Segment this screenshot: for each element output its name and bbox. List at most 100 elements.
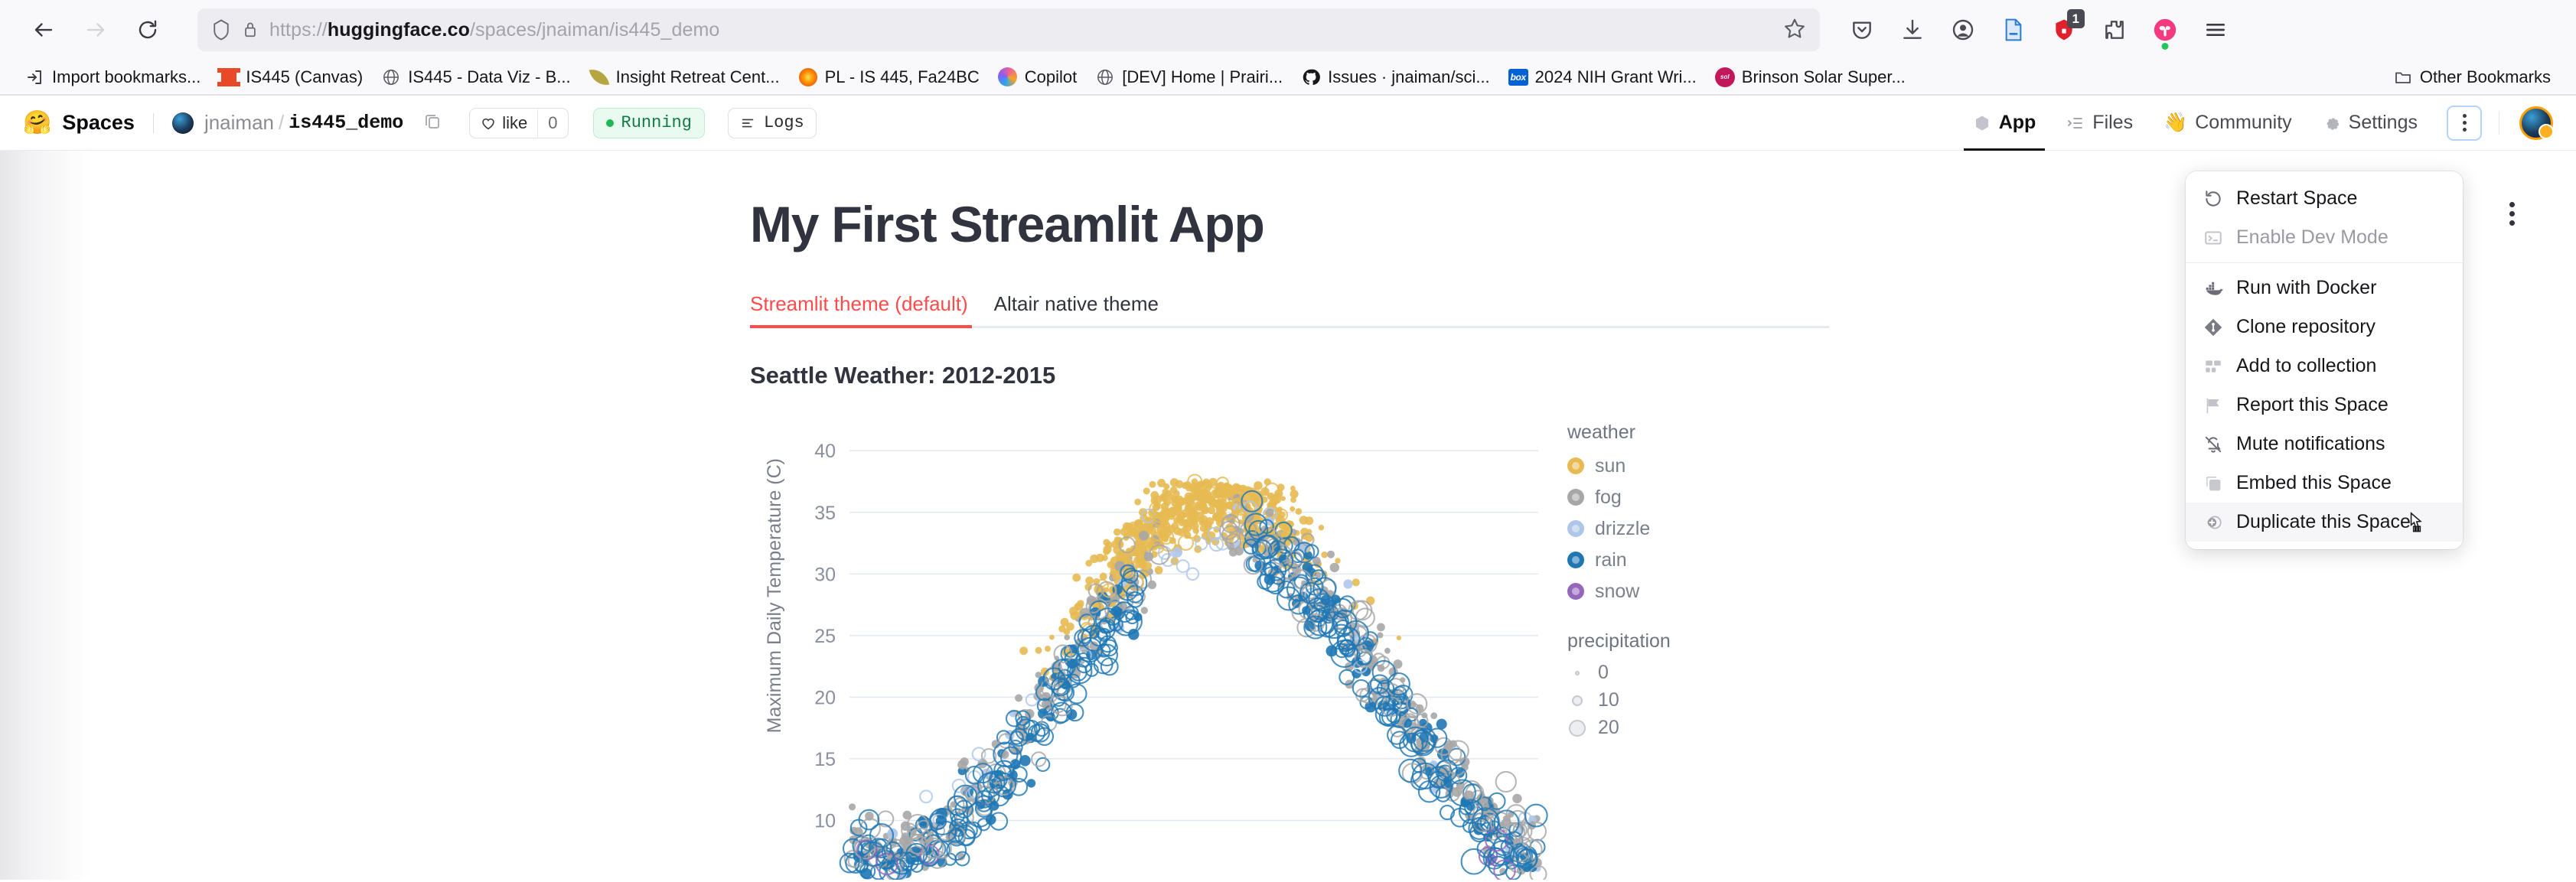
- bookmark-label: IS445 - Data Viz - B...: [408, 67, 570, 87]
- dropdown-item-label: Add to collection: [2236, 355, 2376, 377]
- star-outline-icon: [1783, 17, 1806, 40]
- dropdown-item-enable-dev-mode: Enable Dev Mode: [2186, 218, 2463, 257]
- pink-extension-button[interactable]: [2143, 8, 2187, 52]
- dropdown-item-restart-space[interactable]: Restart Space: [2186, 179, 2463, 218]
- logs-button[interactable]: Logs: [728, 108, 817, 138]
- streamlit-menu-button[interactable]: [2495, 197, 2529, 230]
- color-legend-title: weather: [1567, 421, 1843, 444]
- other-bookmarks-folder[interactable]: Other Bookmarks: [2385, 63, 2559, 92]
- tracker-blocker-button[interactable]: 1: [2042, 8, 2086, 52]
- status-badge[interactable]: Running: [593, 108, 705, 138]
- legend-item-fog[interactable]: fog: [1567, 482, 1843, 513]
- bookmark-is445-dataviz[interactable]: IS445 - Data Viz - B...: [373, 63, 579, 92]
- pocket-icon: [1850, 18, 1874, 42]
- legend-item-rain[interactable]: rain: [1567, 545, 1843, 576]
- tab-community[interactable]: 👋 Community: [2151, 100, 2304, 146]
- spaces-link[interactable]: Spaces: [62, 111, 135, 135]
- bookmark-star-button[interactable]: [1783, 17, 1806, 44]
- tab-streamlit-theme[interactable]: Streamlit theme (default): [750, 292, 968, 328]
- gear-icon: [2323, 114, 2341, 132]
- breadcrumb-repo[interactable]: is445_demo: [289, 112, 403, 134]
- svg-text:30: 30: [814, 564, 836, 585]
- git-icon: [2203, 317, 2224, 338]
- legend-item-drizzle[interactable]: drizzle: [1567, 513, 1843, 545]
- illinois-favicon: [219, 67, 239, 87]
- weather-scatter-chart[interactable]: Maximum Daily Temperature (C) 1015202530…: [750, 412, 1974, 880]
- dropdown-item-add-to-collection[interactable]: Add to collection: [2186, 347, 2463, 386]
- bookmark-label: IS445 (Canvas): [246, 67, 363, 87]
- size-legend-item-20[interactable]: 20: [1567, 714, 1843, 742]
- reload-button[interactable]: [124, 6, 171, 54]
- theme-tabs: Streamlit theme (default) Altair native …: [750, 292, 1829, 328]
- like-button[interactable]: like 0: [469, 108, 568, 138]
- size-legend-label: 10: [1598, 689, 1619, 711]
- tab-altair-theme[interactable]: Altair native theme: [994, 292, 1159, 328]
- bookmark-label: Brinson Solar Super...: [1742, 67, 1906, 87]
- reader-view-button[interactable]: [1991, 8, 2036, 52]
- bookmark-is445-canvas[interactable]: IS445 (Canvas): [210, 63, 371, 92]
- like-segment[interactable]: like: [470, 109, 537, 138]
- like-label: like: [502, 113, 527, 133]
- huggingface-header: 🤗 Spaces jnaiman / is445_demo like 0: [0, 96, 2576, 151]
- svg-text:40: 40: [814, 441, 836, 462]
- size-legend-label: 0: [1598, 662, 1609, 684]
- embed-icon: [2203, 473, 2224, 494]
- shield-icon: [211, 18, 231, 41]
- breadcrumb-owner[interactable]: jnaiman: [204, 111, 274, 135]
- account-button[interactable]: [1941, 8, 1985, 52]
- bookmark-nih-grant[interactable]: box 2024 NIH Grant Wri...: [1500, 63, 1705, 92]
- bookmark-label: Insight Retreat Cent...: [616, 67, 780, 87]
- bookmark-insight-retreat[interactable]: Insight Retreat Cent...: [581, 63, 788, 92]
- bookmark-label: 2024 NIH Grant Wri...: [1535, 67, 1697, 87]
- tab-label: Settings: [2349, 112, 2418, 134]
- extension-pink-icon: [2152, 17, 2178, 43]
- size-legend-item-0[interactable]: 0: [1567, 659, 1843, 687]
- extensions-button[interactable]: [2092, 8, 2137, 52]
- bookmark-import[interactable]: Import bookmarks...: [17, 63, 209, 92]
- url-scheme: https://: [269, 19, 328, 41]
- bookmark-label: PL - IS 445, Fa24BC: [825, 67, 980, 87]
- restart-icon: [2203, 188, 2224, 210]
- dropdown-item-mute-notifications[interactable]: Mute notifications: [2186, 425, 2463, 464]
- legend-item-snow[interactable]: snow: [1567, 576, 1843, 607]
- docker-icon: [2203, 278, 2224, 299]
- back-button[interactable]: [20, 6, 67, 54]
- flag-icon: [2203, 395, 2224, 416]
- forward-button[interactable]: [72, 6, 119, 54]
- bookmark-dev-home[interactable]: [DEV] Home | Prairi...: [1087, 63, 1291, 92]
- space-options-menu-button[interactable]: [2447, 106, 2482, 141]
- terminal-icon: [2203, 227, 2224, 249]
- copy-icon[interactable]: [423, 112, 442, 134]
- pocket-button[interactable]: [1840, 8, 1884, 52]
- bookmark-label: Copilot: [1025, 67, 1077, 87]
- app-menu-button[interactable]: [2193, 8, 2238, 52]
- user-avatar[interactable]: [2519, 106, 2553, 140]
- legend-item-sun[interactable]: sun: [1567, 451, 1843, 482]
- hamburger-menu-icon: [2203, 18, 2228, 42]
- size-legend-title: precipitation: [1567, 630, 1843, 653]
- tab-settings[interactable]: Settings: [2310, 100, 2430, 146]
- dropdown-item-report-this-space[interactable]: Report this Space: [2186, 386, 2463, 425]
- account-icon: [1951, 18, 1975, 42]
- dropdown-item-clone-repository[interactable]: Clone repository: [2186, 308, 2463, 347]
- dropdown-items: Restart Space Enable Dev Mode Run with Doc…: [2186, 179, 2463, 542]
- tab-files[interactable]: Files: [2054, 100, 2145, 146]
- dropdown-item-run-with-docker[interactable]: Run with Docker: [2186, 269, 2463, 308]
- dropdown-item-duplicate-this-space[interactable]: Duplicate this Space: [2186, 503, 2463, 542]
- bookmark-prairielearn[interactable]: PL - IS 445, Fa24BC: [790, 63, 988, 92]
- dropdown-item-label: Clone repository: [2236, 316, 2375, 338]
- address-bar[interactable]: https://huggingface.co/spaces/jnaiman/is…: [197, 8, 1820, 51]
- dropdown-item-label: Embed this Space: [2236, 472, 2392, 494]
- bookmark-brinson-solar[interactable]: sol Brinson Solar Super...: [1707, 63, 1914, 92]
- dropdown-item-label: Restart Space: [2236, 187, 2357, 210]
- bookmark-copilot[interactable]: Copilot: [990, 63, 1085, 92]
- downloads-button[interactable]: [1890, 8, 1935, 52]
- browser-nav-bar: https://huggingface.co/spaces/jnaiman/is…: [0, 0, 2576, 60]
- dropdown-item-embed-this-space[interactable]: Embed this Space: [2186, 464, 2463, 503]
- tab-app[interactable]: App: [1961, 100, 2049, 146]
- bookmark-github-issues[interactable]: Issues · jnaiman/sci...: [1293, 63, 1498, 92]
- size-legend-item-10[interactable]: 10: [1567, 687, 1843, 714]
- duplicate-icon: [2203, 512, 2224, 533]
- vertical-dots-icon: [2509, 202, 2515, 226]
- size-legend-marker: [1567, 720, 1587, 737]
